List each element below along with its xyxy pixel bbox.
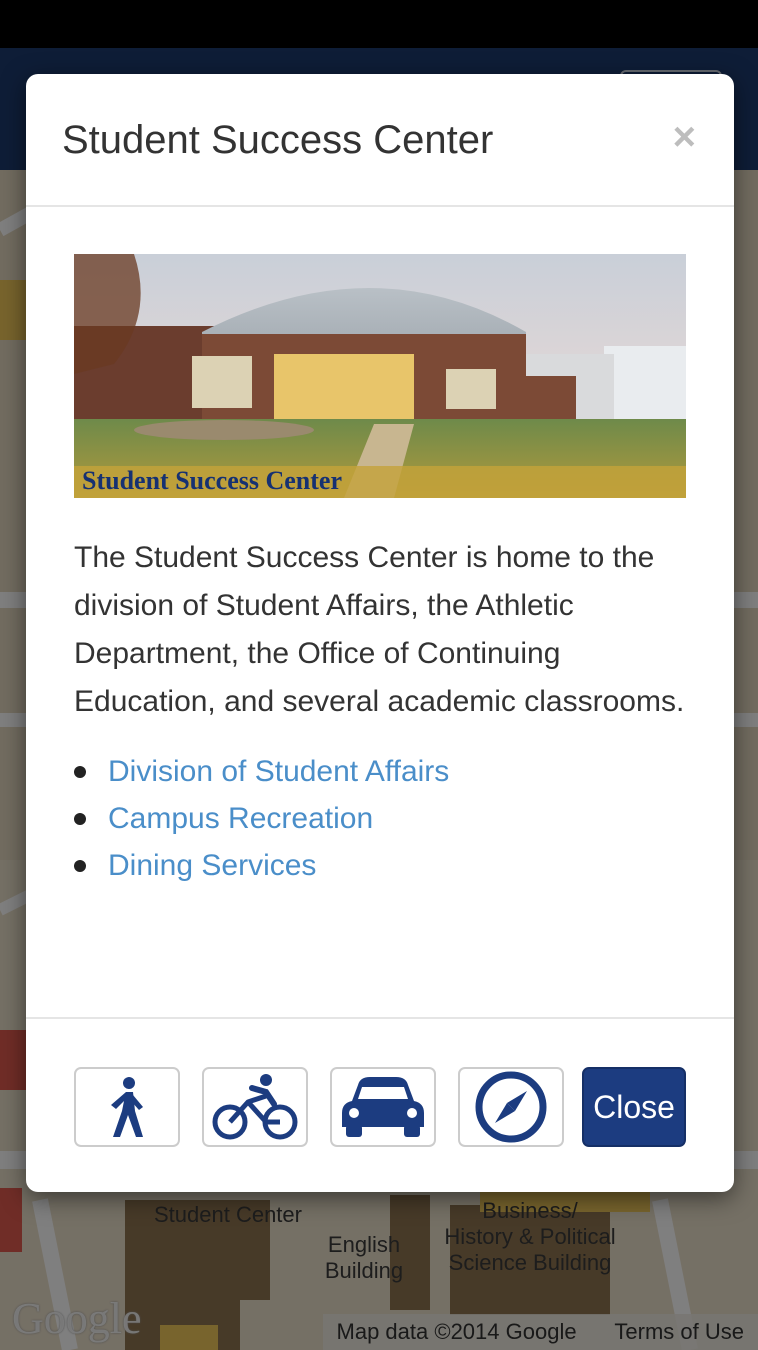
list-item: Campus Recreation	[74, 795, 686, 842]
list-item: Dining Services	[74, 842, 686, 889]
related-links-list: Division of Student Affairs Campus Recre…	[74, 748, 686, 889]
close-icon[interactable]: ×	[673, 114, 696, 160]
walking-directions-button[interactable]	[74, 1067, 180, 1147]
building-photo-graphic	[74, 254, 686, 498]
bullet-icon	[74, 813, 86, 825]
modal-body: Student Success Center The Student Succe…	[74, 254, 686, 889]
link-dining-services[interactable]: Dining Services	[108, 849, 316, 882]
modal-title: Student Success Center	[62, 118, 494, 162]
modal-footer: Close	[26, 1017, 734, 1194]
walking-icon	[111, 1077, 143, 1137]
modal-header: Student Success Center ×	[26, 74, 734, 207]
list-item: Division of Student Affairs	[74, 748, 686, 795]
location-modal: Student Success Center × Student Success…	[26, 74, 734, 1192]
navigate-button[interactable]	[458, 1067, 564, 1147]
car-icon	[342, 1077, 424, 1137]
close-button[interactable]: Close	[582, 1067, 686, 1147]
bullet-icon	[74, 860, 86, 872]
bicycle-directions-button[interactable]	[202, 1067, 308, 1147]
bicycle-icon	[212, 1074, 298, 1140]
building-description: The Student Success Center is home to th…	[74, 541, 685, 718]
building-photo: Student Success Center	[74, 254, 686, 498]
link-division-of-student-affairs[interactable]: Division of Student Affairs	[108, 755, 449, 788]
bullet-icon	[74, 766, 86, 778]
link-campus-recreation[interactable]: Campus Recreation	[108, 802, 373, 835]
photo-caption: Student Success Center	[82, 466, 342, 495]
compass-icon	[475, 1071, 547, 1143]
driving-directions-button[interactable]	[330, 1067, 436, 1147]
